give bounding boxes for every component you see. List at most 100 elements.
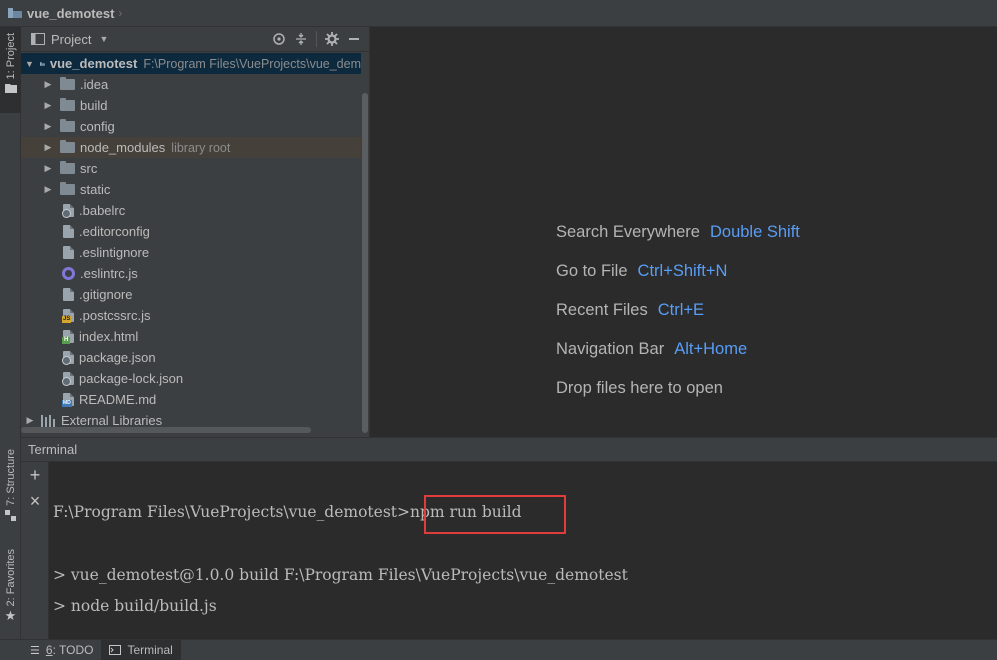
tree-item-label: node_modules [80,140,166,155]
scrollbar-thumb[interactable] [362,93,368,433]
tree-file-eslintignore[interactable]: .eslintignore [21,242,361,263]
tree-folder-build[interactable]: ▶ build [21,95,361,116]
collapse-icon[interactable] [290,28,312,50]
tree-folder-static[interactable]: ▶ static [21,179,361,200]
hint-search-everywhere: Search Everywhere Double Shift [556,223,800,262]
close-icon: × [29,490,41,511]
terminal-tab-label: Terminal [127,643,173,657]
tree-file-package-lock-json[interactable]: package-lock.json [21,368,361,389]
terminal-output[interactable]: F:\Program Files\VueProjects\vue_demotes… [49,462,997,639]
expand-arrow-icon[interactable]: ▶ [43,100,53,111]
tree-file-readme[interactable]: README.md [21,389,361,410]
expand-arrow-icon[interactable]: ▶ [43,142,53,153]
folder-icon [60,98,75,111]
navigation-bar: vue_demotest › [0,0,997,27]
tree-item-label: src [80,161,98,176]
gear-icon[interactable] [321,28,343,50]
hint-label: Recent Files [556,301,648,319]
tree-file-package-json[interactable]: package.json [21,347,361,368]
target-icon[interactable] [268,28,290,50]
todo-shortcut-number: 6 [45,643,53,657]
tree-folder-idea[interactable]: ▶ .idea [21,74,361,95]
tree-item-label: .babelrc [79,203,126,218]
tree-item-label: .eslintrc.js [80,266,138,281]
tree-item-label: build [80,98,108,113]
tree-item-label: .editorconfig [79,224,150,239]
expand-arrow-icon[interactable]: ▶ [25,415,35,426]
command-highlight-box [424,495,566,534]
tool-tab-project[interactable]: 1: Project [0,27,21,113]
folder-icon [4,84,17,94]
folder-icon [60,77,75,90]
tree-vertical-scrollbar[interactable] [361,53,369,437]
expand-arrow-icon[interactable]: ▶ [43,79,53,90]
config-file-icon [62,204,74,218]
tool-tab-favorites[interactable]: 2: Favorites ★ [0,545,21,635]
json-file-icon [62,372,74,386]
tree-root-name: vue_demotest [49,56,138,71]
library-root-hint: library root [171,140,231,155]
tool-tab-terminal[interactable]: Terminal [101,639,181,660]
breadcrumb-project[interactable]: vue_demotest [27,6,114,21]
hint-label: Drop files here to open [556,379,723,397]
project-panel-header: Project ▼ [21,27,369,52]
editor-area[interactable]: Search Everywhere Double Shift Go to Fil… [371,27,997,437]
tree-folder-config[interactable]: ▶ config [21,116,361,137]
tree-item-label: index.html [79,329,139,344]
project-panel: Project ▼ ▼ vue_demotest F:\Program File… [21,27,370,437]
editor-hints: Search Everywhere Double Shift Go to Fil… [556,223,800,418]
tool-tab-structure[interactable]: 7: Structure [0,445,21,535]
todo-label: : TODO [52,643,94,657]
minimize-icon[interactable] [343,28,365,50]
tree-item-label: package-lock.json [79,371,184,386]
tree-item-label: package.json [79,350,156,365]
toolbar-separator [316,31,317,47]
tree-item-label: config [80,119,115,134]
terminal-icon [109,645,122,655]
javascript-file-icon [62,309,74,323]
hint-label: Search Everywhere [556,223,700,241]
markdown-file-icon [62,393,74,407]
text-file-icon [63,225,74,238]
tree-root-path: F:\Program Files\VueProjects\vue_dem [143,56,361,71]
hint-navigation-bar: Navigation Bar Alt+Home [556,340,800,379]
tree-file-editorconfig[interactable]: .editorconfig [21,221,361,242]
list-icon: ☰ [30,644,40,657]
tree-item-label: .idea [80,77,109,92]
tool-tab-project-label: 1: Project [4,33,17,80]
tree-folder-src[interactable]: ▶ src [21,158,361,179]
library-icon [41,414,56,427]
new-session-button[interactable]: + [21,462,49,488]
breadcrumb-chevron-icon: › [118,6,123,20]
tree-file-eslintrc[interactable]: .eslintrc.js [21,263,361,284]
close-session-button[interactable]: × [21,488,49,514]
structure-icon [4,509,16,521]
tree-file-postcssrc[interactable]: .postcssrc.js [21,305,361,326]
tree-item-label: static [80,182,111,197]
left-tool-strip: 1: Project 7: Structure 2: Favorites ★ [0,27,21,639]
tree-file-index-html[interactable]: index.html [21,326,361,347]
terminal-toolbar: + × [21,462,49,639]
tree-folder-node-modules[interactable]: ▶ node_modules library root [21,137,361,158]
html-file-icon [62,330,74,344]
expand-arrow-icon[interactable]: ▶ [43,121,53,132]
tree-file-gitignore[interactable]: .gitignore [21,284,361,305]
expand-arrow-icon[interactable]: ▶ [43,184,53,195]
folder-icon [60,140,75,153]
plus-icon: + [29,464,41,485]
hint-shortcut: Double Shift [709,223,800,241]
project-view-title[interactable]: Project [51,32,91,47]
expand-arrow-icon[interactable]: ▼ [25,59,34,69]
chevron-down-icon[interactable]: ▼ [99,34,108,44]
tool-tab-todo[interactable]: ☰ 6: TODO [22,640,101,660]
tree-file-babelrc[interactable]: .babelrc [21,200,361,221]
terminal-prompt: F:\Program Files\VueProjects\vue_demotes… [53,503,410,521]
tree-item-label: .eslintignore [79,245,150,260]
folder-icon [60,161,75,174]
hint-shortcut: Alt+Home [674,340,748,358]
tree-root-row[interactable]: ▼ vue_demotest F:\Program Files\VueProje… [21,53,361,74]
hint-recent-files: Recent Files Ctrl+E [556,301,800,340]
tree-item-label: README.md [79,392,157,407]
expand-arrow-icon[interactable]: ▶ [43,163,53,174]
tree-horizontal-scrollbar[interactable] [21,427,311,433]
